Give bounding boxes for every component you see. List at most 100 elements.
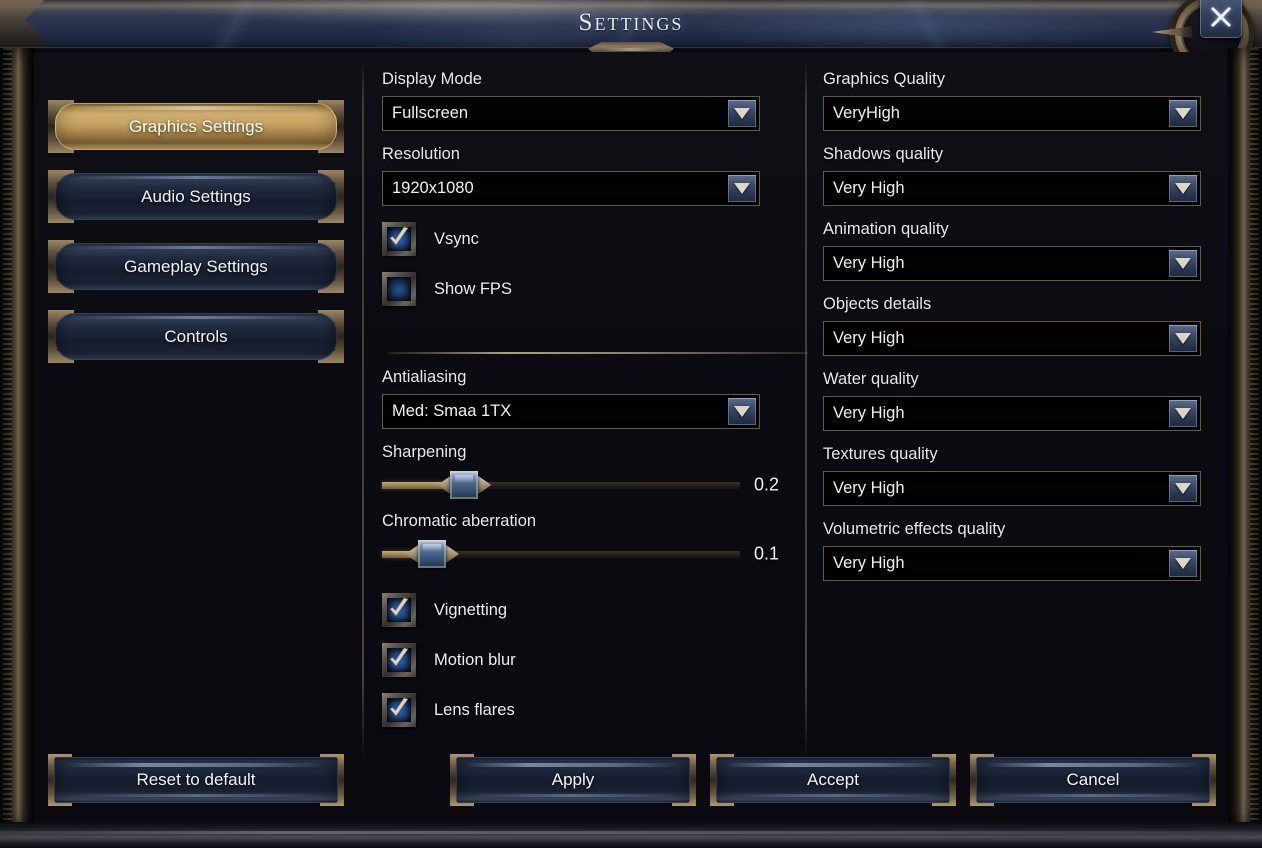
chromatic-aberration-slider[interactable]: 0.1: [382, 537, 782, 571]
chevron-down-icon[interactable]: [1169, 325, 1197, 352]
volumetric-effects-quality-label: Volumetric effects quality: [823, 520, 1203, 539]
textures-quality-dropdown[interactable]: Very High: [823, 471, 1201, 506]
show-fps-checkbox[interactable]: [382, 272, 416, 306]
sidebar-item-label: Controls: [164, 327, 227, 347]
chevron-down-icon[interactable]: [1169, 175, 1197, 202]
animation-quality-value: Very High: [824, 254, 905, 273]
chevron-down-icon[interactable]: [728, 175, 756, 202]
page-title: Settings: [0, 9, 1262, 37]
sidebar-item-controls[interactable]: Controls: [48, 310, 344, 363]
objects-details-label: Objects details: [823, 295, 1203, 314]
textures-quality-value: Very High: [824, 479, 905, 498]
cancel-button[interactable]: Cancel: [970, 754, 1216, 806]
chromatic-aberration-block: Chromatic aberration 0.1: [382, 512, 782, 571]
vignetting-label: Vignetting: [434, 601, 507, 620]
chevron-down-icon[interactable]: [1169, 400, 1197, 427]
chevron-down-icon[interactable]: [728, 398, 756, 425]
divider-sidebar-main: [362, 60, 364, 760]
sharpening-block: Sharpening 0.2: [382, 443, 782, 502]
volumetric-effects-quality-value: Very High: [824, 554, 905, 573]
resolution-value: 1920x1080: [383, 179, 474, 198]
cancel-label: Cancel: [970, 754, 1216, 806]
objects-details-dropdown[interactable]: Very High: [823, 321, 1201, 356]
settings-sidebar: Graphics Settings Audio Settings Gamepla…: [48, 100, 348, 380]
display-mode-label: Display Mode: [382, 70, 782, 89]
vsync-row[interactable]: Vsync: [382, 222, 682, 256]
reset-to-default-button[interactable]: Reset to default: [48, 754, 344, 806]
shadows-quality-value: Very High: [824, 179, 905, 198]
chevron-down-icon[interactable]: [1169, 250, 1197, 277]
resolution-dropdown[interactable]: 1920x1080: [382, 171, 760, 206]
quality-column: Graphics Quality VeryHigh Shadows qualit…: [823, 70, 1203, 595]
divider-mid-right: [805, 60, 807, 760]
antialiasing-label: Antialiasing: [382, 368, 782, 387]
water-quality-dropdown[interactable]: Very High: [823, 396, 1201, 431]
display-mode-value: Fullscreen: [383, 104, 468, 123]
reset-to-default-label: Reset to default: [48, 754, 344, 806]
settings-content: Graphics Settings Audio Settings Gamepla…: [34, 52, 1228, 822]
motion-blur-checkbox[interactable]: [382, 643, 416, 677]
lens-flares-row[interactable]: Lens flares: [382, 693, 682, 727]
lens-flares-checkbox[interactable]: [382, 693, 416, 727]
textures-quality-label: Textures quality: [823, 445, 1203, 464]
chromatic-aberration-handle[interactable]: [405, 538, 459, 570]
graphics-quality-dropdown[interactable]: VeryHigh: [823, 96, 1201, 131]
water-quality-label: Water quality: [823, 370, 1203, 389]
display-mode-dropdown[interactable]: Fullscreen: [382, 96, 760, 131]
window-frame-right: [1228, 48, 1262, 826]
close-button[interactable]: [1200, 0, 1242, 38]
shadows-quality-dropdown[interactable]: Very High: [823, 171, 1201, 206]
sidebar-item-audio-settings[interactable]: Audio Settings: [48, 170, 344, 223]
animation-quality-dropdown[interactable]: Very High: [823, 246, 1201, 281]
antialiasing-value: Med: Smaa 1TX: [383, 402, 511, 421]
chromatic-aberration-value: 0.1: [754, 544, 804, 565]
chevron-down-icon[interactable]: [1169, 100, 1197, 127]
settings-window: Settings Graphics Settings: [0, 0, 1262, 848]
chevron-down-icon[interactable]: [728, 100, 756, 127]
sidebar-item-label: Audio Settings: [141, 187, 251, 207]
chevron-down-icon[interactable]: [1169, 475, 1197, 502]
checkmark-icon: [388, 597, 410, 621]
vsync-checkbox[interactable]: [382, 222, 416, 256]
sidebar-item-gameplay-settings[interactable]: Gameplay Settings: [48, 240, 344, 293]
handle-gem: [450, 471, 478, 499]
sharpening-value: 0.2: [754, 475, 804, 496]
vsync-label: Vsync: [434, 230, 479, 249]
display-and-effects-column: Display Mode Fullscreen Resolution 1920x…: [382, 70, 782, 727]
motion-blur-label: Motion blur: [434, 651, 516, 670]
motion-blur-row[interactable]: Motion blur: [382, 643, 682, 677]
section-divider: [388, 352, 808, 354]
sharpening-label: Sharpening: [382, 443, 782, 462]
sharpening-slider[interactable]: 0.2: [382, 468, 782, 502]
sidebar-item-graphics-settings[interactable]: Graphics Settings: [48, 100, 344, 153]
apply-button[interactable]: Apply: [450, 754, 696, 806]
antialiasing-dropdown[interactable]: Med: Smaa 1TX: [382, 394, 760, 429]
graphics-quality-value: VeryHigh: [824, 104, 900, 123]
checkmark-icon: [388, 226, 410, 250]
window-frame-left: [0, 48, 34, 826]
action-button-bar: Reset to default Apply Accept Cancel: [34, 754, 1228, 810]
chevron-down-icon[interactable]: [1169, 550, 1197, 577]
shadows-quality-label: Shadows quality: [823, 145, 1203, 164]
checkmark-icon: [388, 647, 410, 671]
vignetting-row[interactable]: Vignetting: [382, 593, 682, 627]
accept-button[interactable]: Accept: [710, 754, 956, 806]
sharpening-handle[interactable]: [437, 469, 491, 501]
water-quality-value: Very High: [824, 404, 905, 423]
objects-details-value: Very High: [824, 329, 905, 348]
show-fps-label: Show FPS: [434, 280, 512, 299]
resolution-label: Resolution: [382, 145, 782, 164]
sidebar-item-label: Graphics Settings: [129, 117, 263, 137]
checkmark-icon: [388, 697, 410, 721]
vignetting-checkbox[interactable]: [382, 593, 416, 627]
sharpening-track[interactable]: [382, 482, 740, 489]
chromatic-aberration-track[interactable]: [382, 551, 740, 558]
handle-gem: [418, 540, 446, 568]
lens-flares-label: Lens flares: [434, 701, 515, 720]
animation-quality-label: Animation quality: [823, 220, 1203, 239]
sidebar-item-label: Gameplay Settings: [124, 257, 268, 277]
volumetric-effects-quality-dropdown[interactable]: Very High: [823, 546, 1201, 581]
show-fps-row[interactable]: Show FPS: [382, 272, 682, 306]
accept-label: Accept: [710, 754, 956, 806]
graphics-quality-label: Graphics Quality: [823, 70, 1203, 89]
